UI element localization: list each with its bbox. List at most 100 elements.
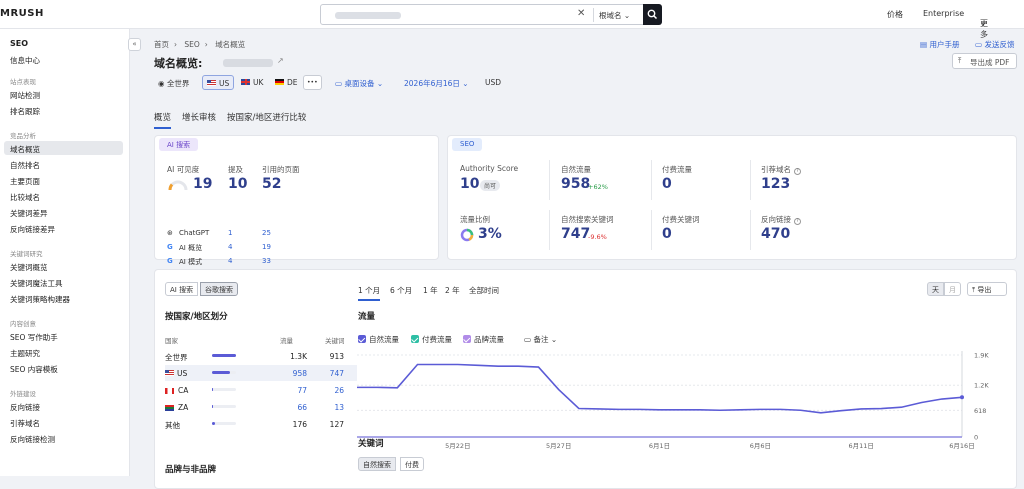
toggle-month[interactable]: 月 [944,282,961,296]
chevron-down-icon: ⌄ [462,79,469,88]
ai-platform-mentions[interactable]: 4 [228,257,232,265]
sidebar-item[interactable]: 网站检测 [10,90,40,101]
organic-keywords-value[interactable]: 747 [561,226,590,242]
seg-ai-search[interactable]: AI 搜索 [165,282,199,296]
sidebar-item[interactable]: 排名跟踪 [10,106,40,117]
sidebar-item[interactable]: 反向链接差异 [10,224,55,235]
sidebar-item[interactable]: 信息中心 [10,55,40,66]
breadcrumb-home[interactable]: 首页 [154,40,169,49]
device-select[interactable]: ▭ 桌面设备 ⌄ [335,78,383,89]
period-1-year[interactable]: 1 年 [423,285,438,296]
period-2-years[interactable]: 2 年 [445,285,460,296]
help-icon[interactable]: ? [794,217,801,225]
ai-platform-cited[interactable]: 33 [262,257,271,265]
table-row[interactable]: CA 77 26 [165,382,357,398]
tab-compare-countries[interactable]: 按国家/地区进行比较 [227,111,306,123]
table-row[interactable]: US 958 747 [165,365,357,381]
logo[interactable]: MRUSH [0,8,44,19]
sidebar-item[interactable]: SEO 写作助手 [10,332,58,343]
toggle-day[interactable]: 天 [927,282,944,296]
help-icon[interactable]: ? [794,167,801,175]
notes-dropdown[interactable]: ▭ 备注 ⌄ [524,334,557,345]
sidebar-item[interactable]: 关键词概览 [10,262,48,273]
db-de[interactable]: DE [271,75,302,90]
domain-search-input[interactable]: ✕ 根域名 ⌄ [320,4,662,25]
sidebar: SEO 信息中心 站点表现 网站检测 排名跟踪 竞品分析 域名概览 自然排名 主要页面 比较域名… [0,29,130,476]
sidebar-item[interactable]: 关键词魔法工具 [10,278,63,289]
external-link-icon[interactable]: ↗ [277,56,284,65]
country-keywords[interactable]: 13 [334,403,344,412]
authority-score-label: Authority Score [460,164,519,173]
legend-brand[interactable]: 品牌流量 [463,334,504,345]
paid-traffic-value[interactable]: 0 [662,176,672,192]
ai-platform-cited[interactable]: 25 [262,229,271,237]
legend-organic[interactable]: 自然流量 [358,334,399,345]
table-row[interactable]: 其他 176 127 [165,416,357,432]
authority-score-value[interactable]: 10 [460,176,479,192]
search-button[interactable] [643,4,662,25]
country-breakdown-title: 按国家/地区划分 [165,312,228,322]
ai-platform-mentions[interactable]: 4 [228,243,232,251]
sidebar-item[interactable]: 反向链接检测 [10,434,55,445]
period-1-month[interactable]: 1 个月 [358,285,381,301]
sidebar-item[interactable]: 主要页面 [10,176,40,187]
db-uk[interactable]: UK [237,75,267,90]
country-traffic[interactable]: 1.3K [290,352,307,361]
country-keywords[interactable]: 26 [334,386,344,395]
sidebar-item[interactable]: 关键词差异 [10,208,48,219]
kw-seg-organic[interactable]: 自然搜索 [358,457,396,471]
user-manual-link[interactable]: ▤ 用户手册 [920,39,959,50]
za-flag-icon [165,404,174,411]
organic-traffic-value[interactable]: 958 [561,176,590,192]
db-worldwide[interactable]: ◉ 全世界 [154,75,193,90]
collapse-sidebar-icon[interactable]: « [128,38,141,51]
sidebar-item[interactable]: 反向链接 [10,402,40,413]
search-mode-select[interactable]: 根域名 ⌄ [599,10,630,21]
ai-platform-mentions[interactable]: 1 [228,229,232,237]
paid-keywords-value[interactable]: 0 [662,226,672,242]
more-databases-button[interactable]: ••• [303,75,322,90]
legend-paid[interactable]: 付费流量 [411,334,452,345]
sidebar-item[interactable]: 主题研究 [10,348,40,359]
sidebar-item[interactable]: 自然排名 [10,160,40,171]
traffic-share-bar [212,371,236,374]
tab-overview[interactable]: 概览 [154,111,172,129]
sidebar-item[interactable]: 关键词策略构建器 [10,294,70,305]
country-traffic[interactable]: 958 [293,369,307,378]
breadcrumb: 首页 › SEO › 域名概览 [154,40,246,49]
country-traffic[interactable]: 66 [297,403,307,412]
date-select[interactable]: 2026年6月16日 ⌄ [404,78,469,89]
country-name: ZA [165,403,188,412]
country-keywords[interactable]: 913 [330,352,344,361]
sidebar-item[interactable]: 比较域名 [10,192,40,203]
period-6-months[interactable]: 6 个月 [390,285,412,296]
tab-growth-audit[interactable]: 增长审核 [182,111,216,123]
checkbox-icon [358,335,366,343]
country-traffic[interactable]: 77 [297,386,307,395]
sidebar-item[interactable]: SEO 内容模板 [10,364,58,375]
country-keywords[interactable]: 127 [330,420,344,429]
nav-enterprise[interactable]: Enterprise [923,9,964,18]
seg-google-search[interactable]: 谷歌搜索 [200,282,238,296]
table-row[interactable]: ZA 66 13 [165,399,357,415]
export-pdf-button[interactable]: ⤒ 导出成 PDF [952,53,1017,69]
google-icon: G [167,243,173,251]
ai-platform-name: AI 概览 [179,244,203,252]
export-chart-button[interactable]: ⤒ 导出 [967,282,1007,296]
referring-domains-value[interactable]: 123 [761,176,790,192]
country-traffic[interactable]: 176 [293,420,307,429]
nav-pricing[interactable]: 价格 [887,9,903,20]
kw-seg-paid[interactable]: 付费 [400,457,424,471]
country-keywords[interactable]: 747 [330,369,344,378]
db-us[interactable]: US [202,75,235,90]
table-row[interactable]: 全世界 1.3K 913 [165,348,357,364]
sidebar-item[interactable]: 引荐域名 [10,418,40,429]
ai-platform-cited[interactable]: 19 [262,243,271,251]
chevron-down-icon: ⌄ [376,79,384,88]
clear-icon[interactable]: ✕ [577,8,585,19]
breadcrumb-seo[interactable]: SEO [184,40,199,49]
backlinks-value[interactable]: 470 [761,226,790,242]
sidebar-item[interactable]: 域名概览 [10,144,40,155]
period-all-time[interactable]: 全部时间 [469,285,499,296]
feedback-link[interactable]: ▭ 发送反馈 [975,39,1014,50]
